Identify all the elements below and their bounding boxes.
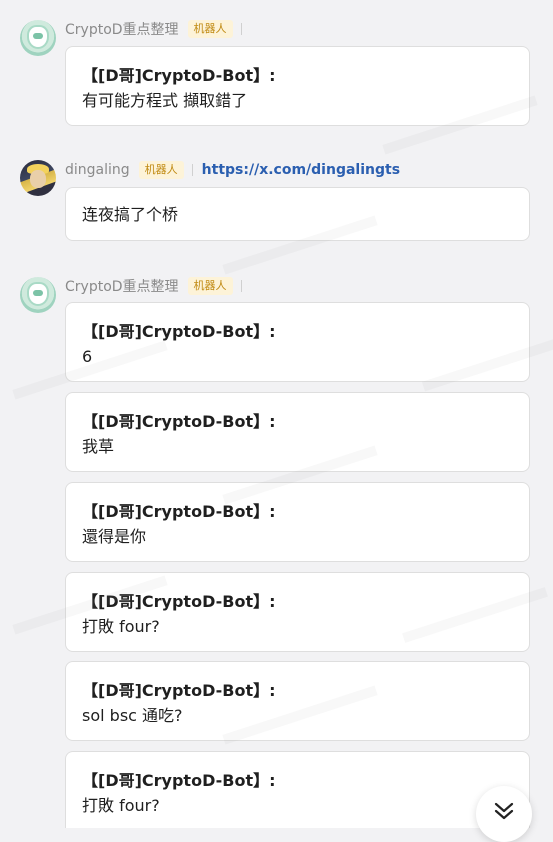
chevron-double-down-icon: [494, 802, 514, 820]
bot-prefix: 【[D哥]CryptoD-Bot】:: [82, 322, 276, 341]
message-bubble[interactable]: 【[D哥]CryptoD-Bot】: 還得是你: [65, 482, 530, 562]
message-text: 我草: [82, 437, 115, 456]
scroll-to-bottom-button[interactable]: [476, 786, 532, 842]
message-text: 连夜搞了个桥: [82, 205, 179, 224]
message-text: 還得是你: [82, 527, 147, 546]
bot-prefix: 【[D哥]CryptoD-Bot】:: [82, 66, 276, 85]
message-text: 打敗 four?: [82, 796, 160, 815]
message-bubble[interactable]: 【[D哥]CryptoD-Bot】: 打敗 four?: [65, 751, 530, 828]
anime-portrait-avatar-icon[interactable]: [20, 160, 56, 196]
bot-prefix: 【[D哥]CryptoD-Bot】:: [82, 412, 276, 431]
profile-link[interactable]: https://x.com/dingalingts: [202, 162, 400, 178]
bot-prefix: 【[D哥]CryptoD-Bot】:: [82, 502, 276, 521]
message-bubble[interactable]: 【[D哥]CryptoD-Bot】: sol bsc 通吃?: [65, 661, 530, 741]
sender-name[interactable]: dingaling: [65, 162, 130, 178]
crystal-avatar-icon[interactable]: [20, 277, 56, 313]
bot-badge: 机器人: [187, 277, 233, 295]
message-bubble[interactable]: 【[D哥]CryptoD-Bot】: 我草: [65, 392, 530, 472]
bot-badge: 机器人: [187, 20, 233, 38]
bot-badge: 机器人: [138, 161, 184, 179]
crystal-avatar-icon[interactable]: [20, 20, 56, 56]
header-divider: [240, 23, 242, 35]
message-header: CryptoD重点整理 机器人: [65, 19, 242, 39]
sender-name[interactable]: CryptoD重点整理: [65, 276, 179, 296]
message-text: 打敗 four?: [82, 617, 160, 636]
message-header: CryptoD重点整理 机器人: [65, 276, 242, 296]
message-bubble[interactable]: 【[D哥]CryptoD-Bot】: 有可能方程式 擷取錯了: [65, 46, 530, 126]
message-bubble[interactable]: 【[D哥]CryptoD-Bot】: 6: [65, 302, 530, 382]
bot-prefix: 【[D哥]CryptoD-Bot】:: [82, 592, 276, 611]
sender-name[interactable]: CryptoD重点整理: [65, 19, 179, 39]
message-bubble[interactable]: 【[D哥]CryptoD-Bot】: 打敗 four?: [65, 572, 530, 652]
message-text: 6: [82, 347, 93, 366]
header-divider: [240, 280, 242, 292]
message-bubble[interactable]: 连夜搞了个桥: [65, 187, 530, 241]
message-text: 有可能方程式 擷取錯了: [82, 91, 248, 110]
message-header: dingaling 机器人 https://x.com/dingalingts: [65, 160, 400, 180]
bot-prefix: 【[D哥]CryptoD-Bot】:: [82, 681, 276, 700]
message-text: sol bsc 通吃?: [82, 706, 183, 725]
bot-prefix: 【[D哥]CryptoD-Bot】:: [82, 771, 276, 790]
header-divider: [191, 164, 193, 176]
